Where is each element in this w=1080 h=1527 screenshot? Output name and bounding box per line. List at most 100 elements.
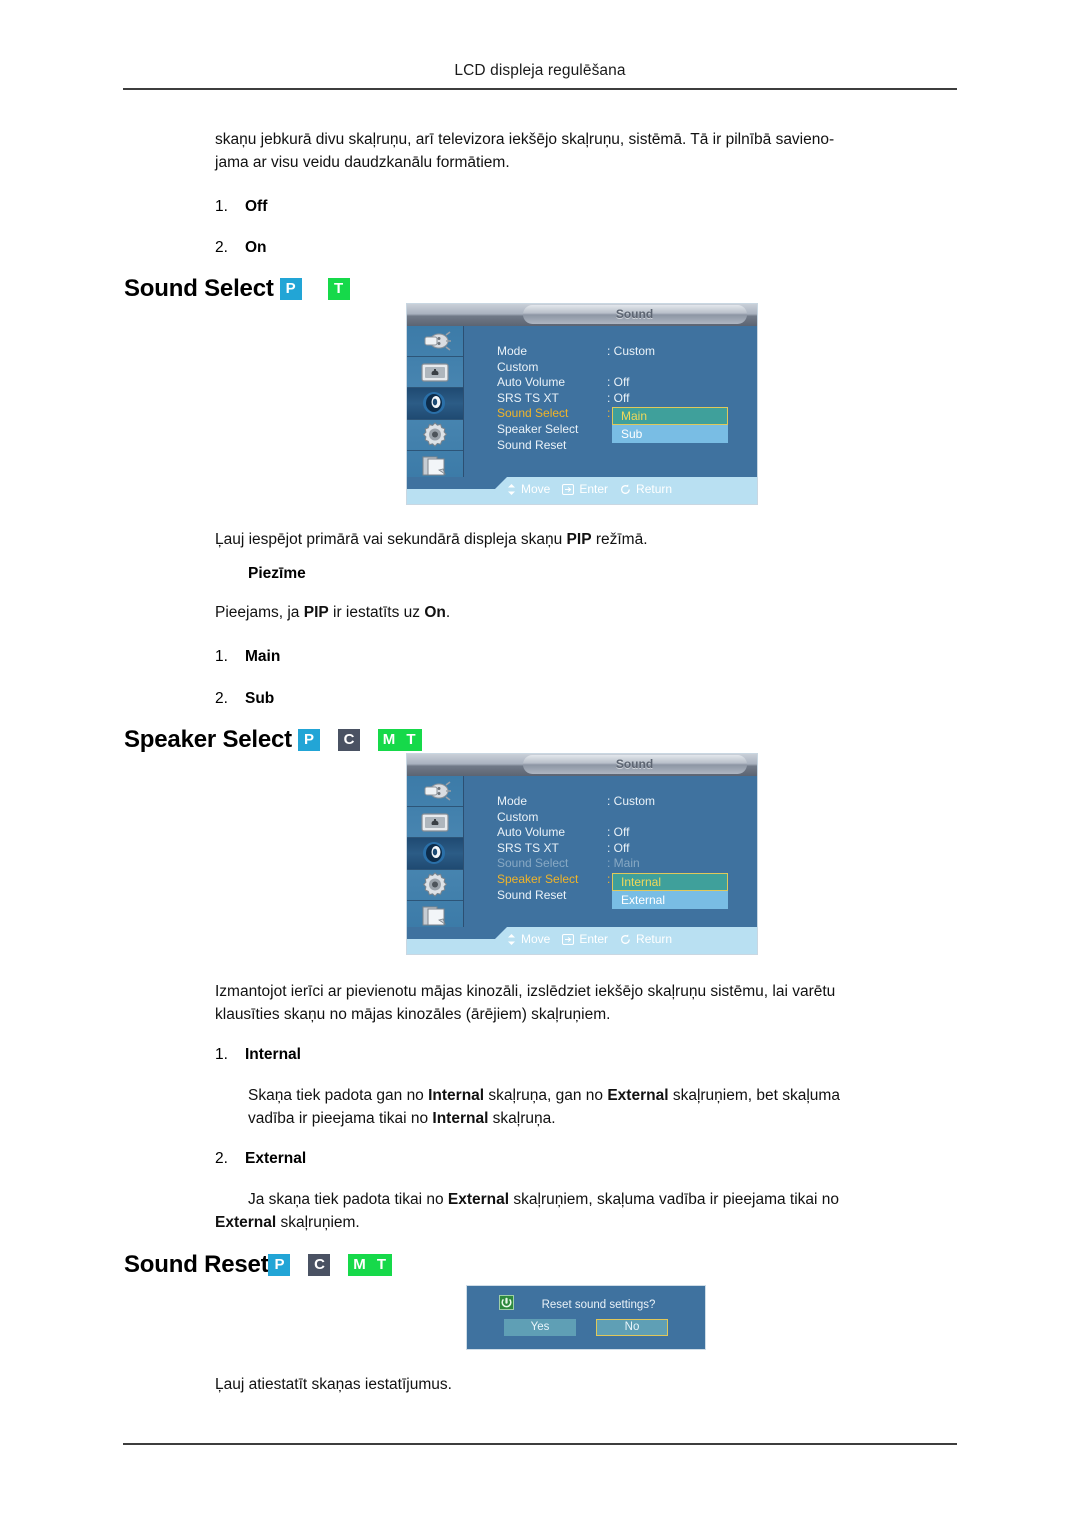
speaker-select-external-body: Ja skaņa tiek padota tikai no External s… (215, 1188, 963, 1234)
sound-select-description-post: režīmā. (591, 531, 648, 548)
osd-2-sidebar-item-picture[interactable] (407, 807, 463, 839)
sl-ext-l2-post: skaļruņiem. (276, 1214, 360, 1231)
osd-2-row-auto-volume-value: : Off (607, 825, 630, 840)
reset-dialog-buttons: Yes No (467, 1319, 705, 1336)
speaker-select-description-line-2: klausīties skaņu no mājas kinozāles (ārē… (215, 1006, 611, 1023)
speaker-select-description: Izmantojot ierīci ar pievienotu mājas ki… (215, 980, 963, 1026)
osd-sound-menu-2: Sound Mode: Custom Custom Auto Volume:… (406, 753, 758, 955)
intro-list-item-1-label: Off (245, 198, 268, 215)
section-heading-sound-select: Sound Select P T (124, 275, 350, 303)
enter-icon (562, 483, 575, 495)
osd-2-row-speaker-select-label: Speaker Select (497, 871, 579, 886)
sound-speaker-icon (420, 391, 450, 415)
osd-2-row-auto-volume[interactable]: Auto Volume: Off (497, 825, 655, 841)
osd-2-row-srs-ts-xt[interactable]: SRS TS XT: Off (497, 841, 655, 857)
osd-1-footer-notch (407, 477, 507, 489)
section-heading-speaker-select: Speaker Select P C M T (124, 726, 422, 754)
badge-p-icon: P (279, 278, 302, 300)
sound-select-description: Ļauj iespējot primārā vai sekundārā disp… (215, 528, 960, 551)
speaker-select-external-body-line-1: Ja skaņa tiek padota tikai no External s… (248, 1188, 963, 1211)
speaker-select-internal-body: Skaņa tiek padota gan no Internal skaļru… (248, 1084, 963, 1130)
osd-1-sidebar-item-input[interactable] (407, 326, 463, 358)
osd-1-row-srs-ts-xt[interactable]: SRS TS XT: Off (497, 391, 655, 407)
reset-sound-settings-dialog: Reset sound settings? Yes No (466, 1285, 706, 1350)
speaker-select-list-item-1: 1. Internal (215, 1043, 301, 1066)
sound-select-note-mid: ir iestatīts uz (328, 604, 425, 621)
osd-1-sidebar-item-sound[interactable] (407, 388, 463, 420)
osd-2-row-sound-select-label: Sound Select (497, 856, 569, 871)
osd-2-sidebar-item-input[interactable] (407, 776, 463, 808)
sound-select-description-bold: PIP (566, 531, 592, 548)
osd-2-row-speaker-select-value: : (607, 871, 611, 886)
badge-p-icon: P (297, 729, 320, 751)
footer-divider-rule (123, 1443, 957, 1445)
speaker-select-description-line-1: Izmantojot ierīci ar pievienotu mājas ki… (215, 983, 836, 1000)
reset-dialog-no-button[interactable]: No (596, 1319, 668, 1336)
sound-select-list-item-2: 2. Sub (215, 687, 274, 710)
sound-select-list-item-2-number: 2. (215, 690, 228, 707)
reset-dialog-message: Reset sound settings? (541, 1299, 656, 1311)
badge-p-icon: P (268, 1254, 291, 1276)
section-heading-sound-reset-text: Sound Reset (124, 1251, 269, 1278)
section-heading-sound-reset: Sound Reset P C M T (124, 1251, 393, 1279)
osd-2-sidebar-item-setup[interactable] (407, 870, 463, 901)
speaker-select-list-item-1-label: Internal (245, 1046, 301, 1063)
sl-int-l1-mid: skaļruņa, gan no (484, 1087, 608, 1104)
osd-1-dropdown-sound-select[interactable]: Main Sub (612, 407, 728, 443)
osd-2-footer-items: Move Enter Return (507, 932, 672, 946)
osd-1-row-speaker-select-label: Speaker Select (497, 421, 579, 436)
osd-1-row-auto-volume[interactable]: Auto Volume: Off (497, 375, 655, 391)
osd-1-footer-move-label: Move (521, 482, 551, 496)
input-plug-icon (419, 330, 451, 352)
osd-1-row-sound-select-value: : (607, 406, 611, 421)
input-plug-icon (419, 780, 451, 802)
sound-select-list-item-1: 1. Main (215, 645, 280, 668)
osd-1-dropdown-option-sub[interactable]: Sub (612, 425, 728, 443)
sound-select-note-post: . (445, 604, 451, 621)
speaker-select-internal-body-line-2: vadība ir pieejama tikai no Internal ska… (248, 1107, 963, 1130)
speaker-select-external-body-line-2: External skaļruņiem. (215, 1211, 963, 1234)
sl-int-l1-b2: External (607, 1087, 669, 1104)
reset-dialog-yes-button[interactable]: Yes (504, 1319, 576, 1336)
badge-c-icon: C (308, 1254, 331, 1276)
osd-1-row-mode[interactable]: Mode: Custom (497, 344, 655, 360)
move-icon (507, 483, 516, 495)
sound-select-note-pre: Pieejams, ja (215, 604, 304, 621)
osd-2-row-custom-label: Custom (497, 809, 539, 824)
osd-1-main: Mode: Custom Custom Auto Volume: Off SRS… (464, 326, 757, 477)
osd-2-dropdown-speaker-select[interactable]: Internal External (612, 873, 728, 909)
osd-1-titlebar: Sound (407, 304, 757, 326)
osd-1-footer-return: Return (620, 482, 672, 496)
badge-c-icon: C (337, 729, 360, 751)
badge-m-icon: M (377, 729, 400, 751)
osd-1-sidebar-item-picture[interactable] (407, 357, 463, 389)
osd-1-footer-return-label: Return (636, 482, 673, 496)
osd-2-row-mode-label: Mode (497, 794, 528, 808)
osd-1-row-mode-value: : Custom (607, 344, 656, 358)
osd-1-row-custom[interactable]: Custom (497, 360, 655, 376)
osd-1-dropdown-option-main[interactable]: Main (612, 407, 728, 425)
sl-int-l1-b1: Internal (428, 1087, 485, 1104)
osd-2-sidebar (407, 776, 464, 932)
osd-2-row-mode[interactable]: Mode: Custom (497, 794, 655, 810)
intro-list-item-1: 1. Off (215, 195, 267, 218)
sl-int-l2-pre: vadība ir pieejama tikai no (248, 1110, 433, 1127)
osd-2-dropdown-option-internal[interactable]: Internal (612, 873, 728, 891)
multi-control-page-icon (420, 454, 450, 478)
intro-paragraph-line-1: skaņu jebkurā divu skaļruņu, arī televiz… (215, 131, 835, 148)
move-icon (507, 933, 516, 945)
osd-1-row-custom-label: Custom (497, 359, 539, 374)
power-reset-icon (499, 1295, 514, 1315)
osd-2-title-text: Sound (615, 757, 654, 771)
osd-1-row-auto-volume-value: : Off (607, 375, 630, 390)
intro-paragraph: skaņu jebkurā divu skaļruņu, arī televiz… (215, 128, 960, 174)
osd-2-row-custom[interactable]: Custom (497, 810, 655, 826)
osd-2-dropdown-option-external[interactable]: External (612, 891, 728, 909)
osd-2-titlebar: Sound (407, 754, 757, 776)
document-page: LCD displeja regulēšana skaņu jebkurā di… (0, 0, 1080, 1527)
osd-1-row-srs-ts-xt-value: : Off (607, 390, 630, 405)
osd-2-footer-return: Return (620, 932, 672, 946)
osd-1-sidebar-item-setup[interactable] (407, 420, 463, 451)
osd-2-sidebar-item-sound[interactable] (407, 838, 463, 870)
osd-1-footer: Move Enter Return (407, 477, 757, 504)
